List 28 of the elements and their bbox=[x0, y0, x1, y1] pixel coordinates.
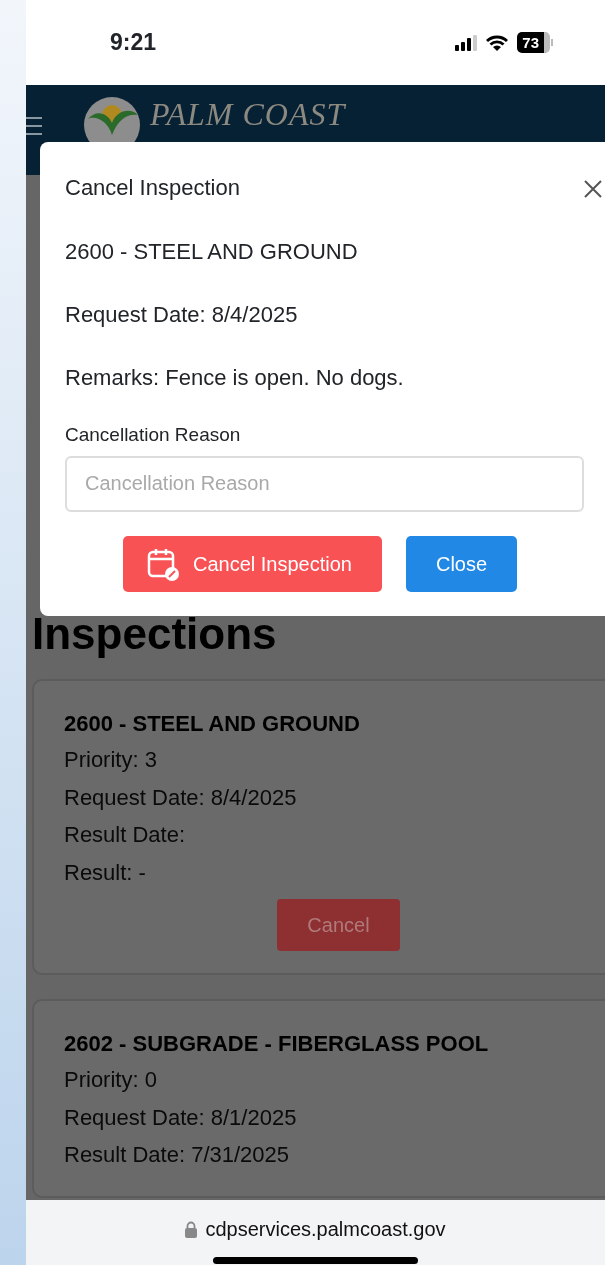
clock-time: 9:21 bbox=[110, 28, 157, 58]
modal-detail: 2600 - STEEL AND GROUND bbox=[65, 238, 359, 266]
inspection-detail: Request Date: 8/4/2025 bbox=[64, 783, 298, 812]
inspection-detail: Request Date: 8/1/2025 bbox=[64, 1103, 298, 1132]
reason-input-field[interactable]: Cancellation Reason bbox=[65, 455, 584, 512]
page-heading: Inspections bbox=[32, 609, 278, 659]
inspection-detail: Result: - bbox=[64, 858, 147, 887]
calendar-cancel-icon bbox=[147, 546, 179, 581]
inspection-title: 2600 - STEEL AND GROUND bbox=[64, 710, 361, 738]
cancel-inspection-button[interactable]: Cancel Inspection bbox=[123, 535, 382, 592]
modal-detail: Remarks: Fence is open. No dogs. bbox=[65, 364, 405, 392]
field-label: Cancellation Reason bbox=[65, 423, 242, 447]
modal-detail: Request Date: 8/4/2025 bbox=[65, 301, 299, 329]
inspection-title: 2602 - SUBGRADE - FIBERGLASS POOL bbox=[64, 1030, 490, 1058]
wifi-icon bbox=[485, 34, 510, 51]
logo-wordmark: PALM COAST bbox=[150, 95, 346, 133]
inspection-detail: Result Date: bbox=[64, 821, 187, 849]
close-button[interactable]: Close bbox=[406, 535, 518, 592]
inspection-detail: Priority: 3 bbox=[64, 746, 158, 774]
battery-icon: 73 bbox=[517, 32, 553, 53]
lock-icon bbox=[185, 1220, 198, 1238]
url-text[interactable]: cdpservices.palmcoast.gov bbox=[205, 1214, 446, 1244]
inspection-detail: Priority: 0 bbox=[64, 1066, 158, 1094]
inspection-detail: Result Date: 7/31/2025 bbox=[64, 1141, 291, 1169]
menu-icon[interactable] bbox=[26, 115, 42, 137]
cancel-button[interactable]: Cancel bbox=[277, 899, 400, 951]
modal-title: Cancel Inspection bbox=[65, 174, 241, 202]
signal-icon bbox=[455, 34, 478, 51]
